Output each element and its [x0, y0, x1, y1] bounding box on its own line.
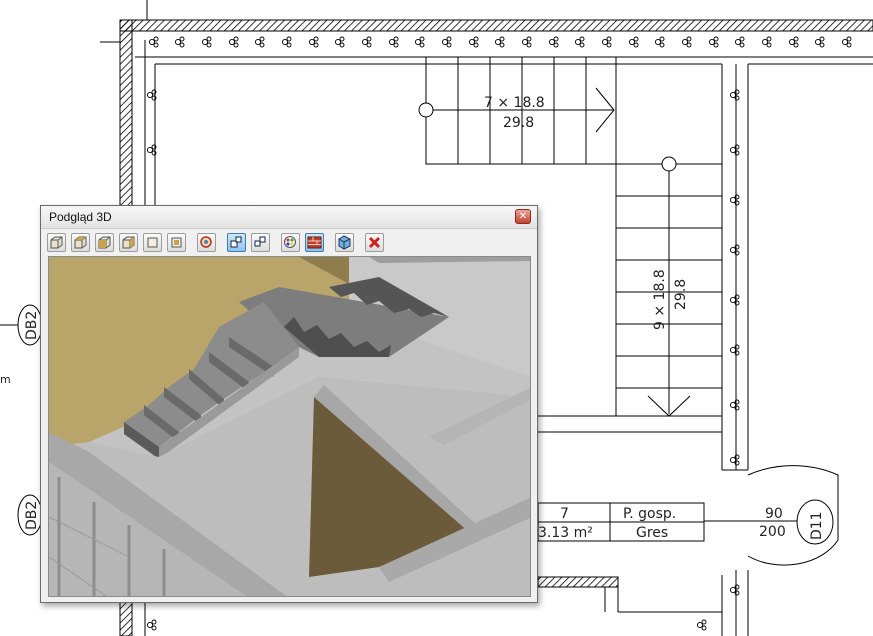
edge-text: m: [0, 373, 11, 386]
view-iso-button[interactable]: [167, 233, 186, 252]
window-title: Podgląd 3D: [49, 210, 112, 224]
zoom-in-icon: [230, 236, 242, 248]
viewport-3d[interactable]: [48, 256, 531, 597]
box-view-left-icon: [98, 236, 111, 249]
preview-3d-window[interactable]: Podgląd 3D ✕: [40, 205, 538, 603]
wall-texture-button[interactable]: [305, 233, 324, 252]
door-width: 90: [765, 506, 783, 522]
room-area: 3.13 m²: [538, 525, 593, 541]
stair-top-depth-label: 29.8: [503, 115, 534, 131]
right-wall: [721, 64, 749, 636]
stair-top-steps-label: 7 × 18.8: [484, 95, 545, 111]
zoom-extents-icon: [200, 236, 212, 248]
view-top-button[interactable]: [71, 233, 90, 252]
close-view-icon: [368, 236, 381, 249]
door-height: 200: [759, 524, 786, 540]
close-view-button[interactable]: [365, 233, 384, 252]
zoom-in-button[interactable]: [227, 233, 246, 252]
room-name: P. gosp.: [623, 506, 676, 522]
door-tag: D11: [809, 511, 825, 540]
view-right-button[interactable]: [119, 233, 138, 252]
render-colors-icon: [284, 236, 296, 248]
room-floor: Gres: [636, 525, 668, 541]
box-view-right-icon: [122, 236, 135, 249]
zoom-out-icon: [254, 236, 266, 247]
box-view-back-icon: [147, 237, 158, 248]
view-front-button[interactable]: [47, 233, 66, 252]
window-close-button[interactable]: ✕: [515, 209, 531, 224]
box-view-iso-icon: [171, 237, 182, 248]
window-tag-bottom-label: DB2: [24, 501, 40, 530]
box-view-front-icon: [50, 236, 63, 249]
zoom-extents-button[interactable]: [197, 233, 216, 252]
render-colors-button[interactable]: [281, 233, 300, 252]
stair-right-steps-label: 9 × 18.8: [652, 269, 668, 330]
window-tag-top-label: DB2: [24, 311, 40, 340]
window-titlebar[interactable]: Podgląd 3D ✕: [41, 206, 537, 229]
stair-right-run: [615, 156, 723, 417]
room-number: 7: [560, 506, 569, 522]
zoom-out-button[interactable]: [251, 233, 270, 252]
box-view-top-icon: [74, 236, 87, 249]
export-3d-icon: [338, 235, 351, 250]
stair-right-depth-label: 29.8: [673, 279, 689, 310]
view-back-button[interactable]: [143, 233, 162, 252]
view-left-button[interactable]: [95, 233, 114, 252]
export-3d-button[interactable]: [335, 233, 354, 252]
3d-scene: [49, 257, 530, 596]
toolbar: [47, 232, 535, 256]
wall-texture-icon: [307, 236, 322, 249]
